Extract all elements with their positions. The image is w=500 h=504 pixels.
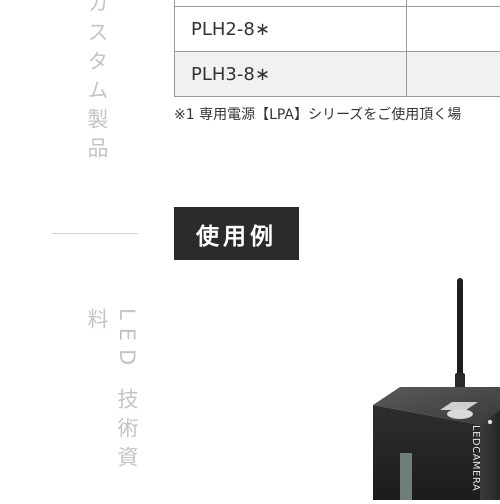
footnote: ※1 専用電源【LPA】シリーズをご使用頂く場	[174, 104, 461, 124]
table-cell-model: PLH2-8∗	[175, 7, 407, 52]
section-heading-usage-example: 使用例	[174, 207, 299, 260]
table-row: PLH3-8∗	[175, 52, 500, 97]
table-cell-value	[407, 52, 500, 97]
sidebar: カスタム製品 LED 技術資料	[0, 0, 140, 500]
table-row: PLH2-8∗	[175, 7, 500, 52]
table-cell-value	[407, 7, 500, 52]
product-image: LEDCAMERA	[360, 275, 500, 500]
sidebar-divider	[52, 233, 138, 234]
sidebar-item-led-technical-docs[interactable]: LED 技術資料	[82, 308, 142, 500]
spec-table: PLH2-8∗ PLH3-8∗	[174, 0, 500, 97]
sidebar-item-custom-products[interactable]: カスタム製品	[82, 0, 112, 166]
product-label: LEDCAMERA	[470, 425, 481, 491]
table-cell-model: PLH3-8∗	[175, 52, 407, 97]
